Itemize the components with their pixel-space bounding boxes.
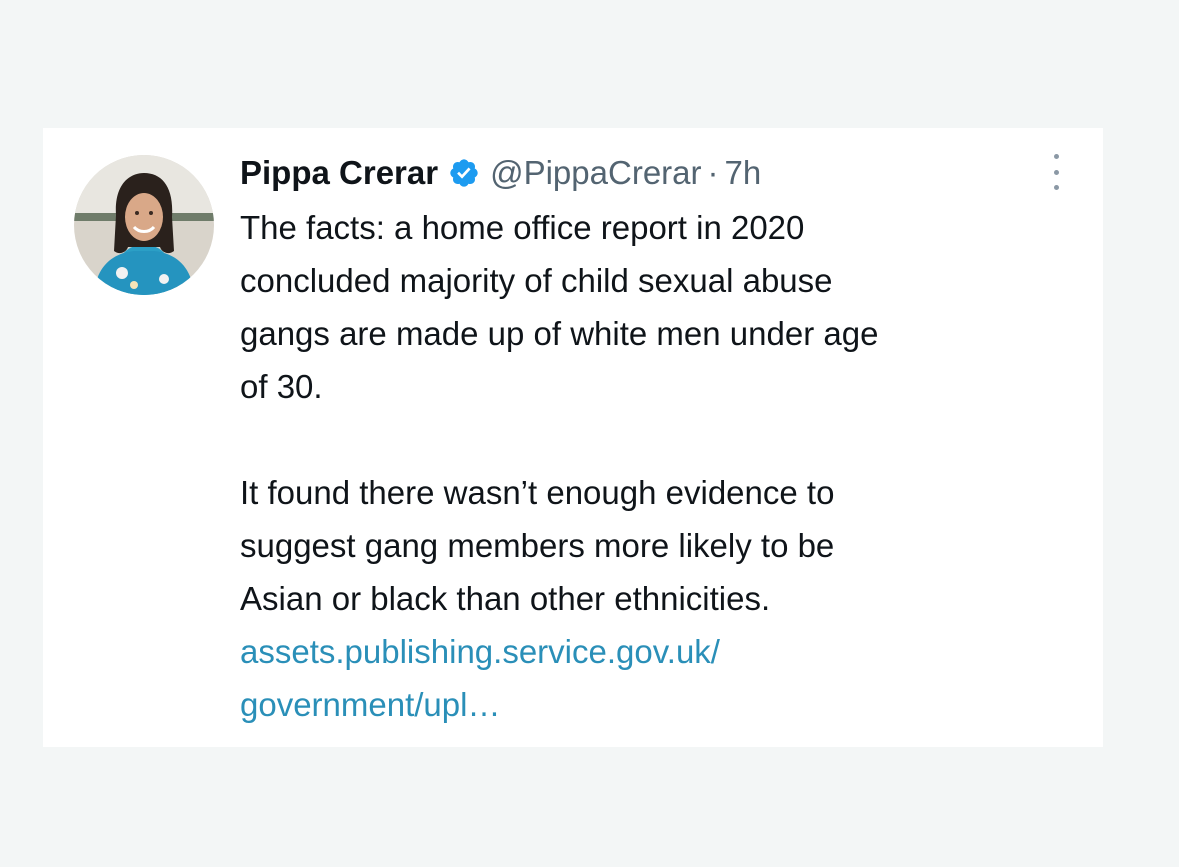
more-dot xyxy=(1053,154,1059,159)
tweet-card[interactable]: Pippa Crerar @PippaCrerar · 7h The facts… xyxy=(43,128,1103,747)
text-line: suggest gang members more likely to be xyxy=(240,527,835,564)
tweet-text: The facts: a home office report in 2020 … xyxy=(240,201,1060,731)
text-line: The facts: a home office report in 2020 xyxy=(240,209,805,246)
avatar-image xyxy=(74,155,214,295)
verified-badge-icon xyxy=(448,157,480,189)
text-line: Asian or black than other ethnicities. xyxy=(240,580,771,617)
text-line: gangs are made up of white men under age xyxy=(240,315,879,352)
text-line: of 30. xyxy=(240,368,323,405)
paragraph-2: It found there wasn’t enough evidence to… xyxy=(240,466,1060,625)
author-handle[interactable]: @PippaCrerar xyxy=(490,154,701,192)
link-line-1[interactable]: assets.publishing.service.gov.uk/ xyxy=(240,625,1060,678)
tweet-header: Pippa Crerar @PippaCrerar · 7h xyxy=(240,150,1060,196)
paragraph-1: The facts: a home office report in 2020 … xyxy=(240,201,1060,413)
timestamp[interactable]: 7h xyxy=(725,154,762,192)
more-options-icon[interactable] xyxy=(1046,154,1066,190)
separator-dot: · xyxy=(707,154,719,191)
avatar[interactable] xyxy=(74,155,214,295)
text-line: concluded majority of child sexual abuse xyxy=(240,262,833,299)
tweet-link[interactable]: assets.publishing.service.gov.uk/ govern… xyxy=(240,625,1060,731)
author-name[interactable]: Pippa Crerar xyxy=(240,154,438,192)
more-dot xyxy=(1053,169,1059,175)
tweet-content: Pippa Crerar @PippaCrerar · 7h The facts… xyxy=(240,150,1060,731)
link-line-2[interactable]: government/upl… xyxy=(240,678,1060,731)
text-line: It found there wasn’t enough evidence to xyxy=(240,474,835,511)
more-dot xyxy=(1053,185,1059,190)
